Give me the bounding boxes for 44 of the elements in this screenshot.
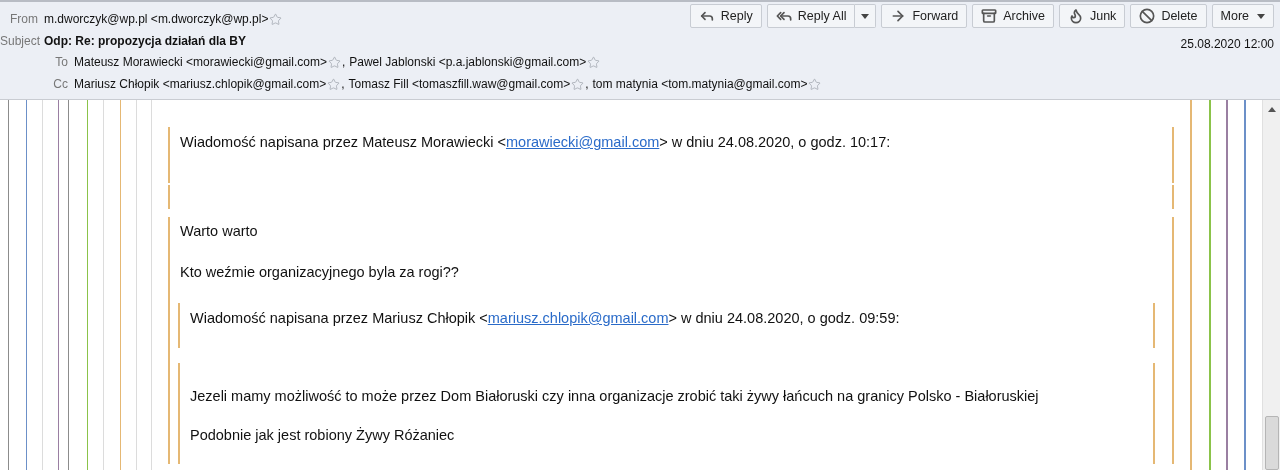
junk-button[interactable]: Junk — [1058, 4, 1126, 28]
forward-button[interactable]: Forward — [881, 4, 968, 28]
reply-all-button[interactable]: Reply All — [766, 4, 856, 28]
separator-text: , — [341, 54, 346, 71]
field-label: To — [54, 54, 69, 71]
more-button[interactable]: More — [1211, 4, 1274, 28]
message-paragraph: Jezeli mamy możliwość to może przez Dom Białoruski czy inna organizacje zrobić taki żywy łańcuch na granicy Polsko - Białoruskiej — [190, 387, 1040, 406]
star-icon[interactable] — [571, 77, 585, 91]
email-link[interactable]: morawiecki@gmail.com — [506, 134, 660, 150]
attribution-text: Wiadomość napisana przez Mariusz Chłopik <mariusz.chlopik@gmail.com> w dniu 24.08.2020, o godz. 09:59: — [190, 310, 900, 326]
message-paragraph: Kto weźmie organizacyjnego byla za rogi?? — [180, 263, 460, 282]
field-label: Subject — [0, 33, 42, 50]
sender-address[interactable]: m.dworczyk@wp.pl <m.dworczyk@wp.pl> — [44, 10, 269, 28]
message-paragraph: Podobnie jak jest robiony Żywy Różaniec — [190, 426, 456, 445]
star-icon[interactable] — [327, 55, 341, 69]
date-text: 25.08.2020 12:00 — [1180, 36, 1274, 53]
star-icon[interactable] — [587, 55, 601, 69]
delete-icon — [1139, 8, 1156, 24]
field-label: From — [9, 11, 39, 28]
separator-text: , — [341, 76, 345, 93]
scroll-up-icon[interactable] — [1267, 107, 1276, 112]
archive-icon — [981, 8, 998, 24]
star-icon[interactable] — [269, 12, 283, 26]
star-icon[interactable] — [808, 77, 822, 91]
field-label: Cc — [52, 76, 69, 93]
message-paragraph: Warto warto — [180, 222, 259, 241]
recipient-address[interactable]: Mariusz Chłopik <mariusz.chlopik@gmail.com> — [74, 75, 327, 93]
reply-button[interactable]: Reply — [689, 4, 762, 28]
email-link[interactable]: mariusz.chlopik@gmail.com — [487, 310, 669, 326]
delete-button[interactable]: Delete — [1130, 4, 1207, 28]
reply-all-dropdown-button[interactable] — [855, 4, 877, 28]
scrollbar[interactable] — [1262, 100, 1280, 470]
recipient-address[interactable]: Tomasz Fill <tomaszfill.waw@gmail.com> — [348, 75, 571, 93]
attribution-text: Wiadomość napisana przez Mateusz Morawiecki <morawiecki@gmail.com> w dniu 24.08.2020, o godz. 10:17: — [180, 134, 891, 150]
recipient-address[interactable]: Mateusz Morawiecki <morawiecki@gmail.com> — [74, 53, 327, 71]
scrollbar-thumb[interactable] — [1264, 416, 1279, 470]
separator-text: , — [585, 76, 589, 93]
caret-icon — [861, 13, 870, 19]
star-icon[interactable] — [327, 77, 341, 91]
recipient-address[interactable]: Pawel Jablonski <p.a.jablonski@gmail.com> — [349, 53, 587, 71]
recipient-address[interactable]: tom matynia <tom.matynia@gmail.com> — [592, 75, 808, 93]
subject-text: Odp: Re: propozycja działań dla BY — [44, 33, 247, 50]
archive-button[interactable]: Archive — [972, 4, 1054, 28]
caret-icon — [1257, 13, 1265, 19]
